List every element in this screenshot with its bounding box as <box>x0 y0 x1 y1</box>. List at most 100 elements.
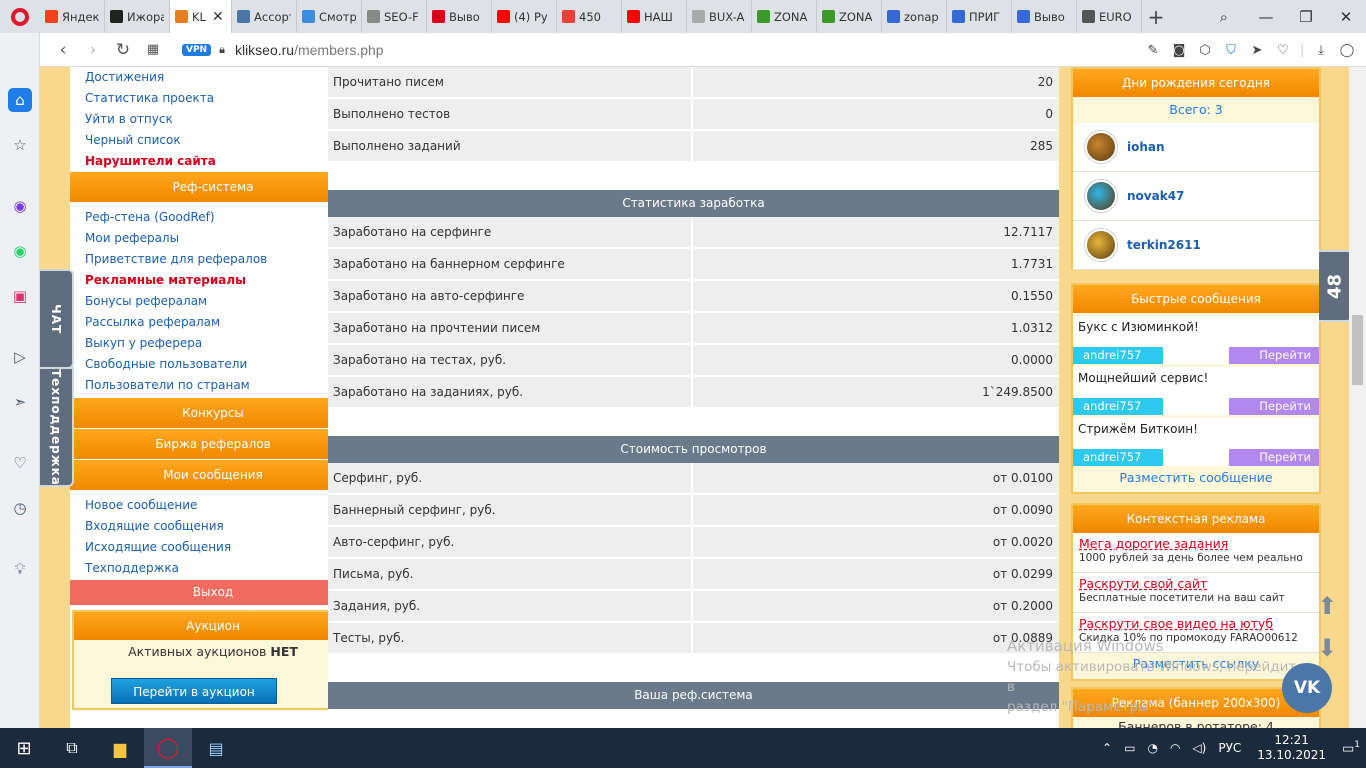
ref-menu-link-0[interactable]: Бонусы рефералам <box>70 291 356 312</box>
wifi-icon[interactable]: ◠ <box>1170 741 1180 755</box>
quick-message-text[interactable]: Стрижём Биткоин! <box>1073 418 1319 440</box>
menu-ad-materials[interactable]: Рекламные материалы <box>70 270 356 291</box>
ref-menu-link-3[interactable]: Свободные пользователи <box>70 354 356 375</box>
menu-link-1[interactable]: Статистика проекта <box>70 88 356 109</box>
context-ad-title[interactable]: Раскрути свое видео на ютуб <box>1079 616 1313 631</box>
browser-tab[interactable]: (4) Ру <box>492 0 557 33</box>
browser-tab[interactable]: ZONA <box>817 0 882 33</box>
file-explorer-icon[interactable]: ▆ <box>96 728 144 768</box>
browser-tab[interactable]: ПРИГ <box>947 0 1012 33</box>
new-tab-button[interactable]: + <box>1142 5 1170 29</box>
context-ad-title[interactable]: Раскрути свой сайт <box>1079 576 1313 591</box>
messages-menu-link-2[interactable]: Исходящие сообщения <box>70 537 356 558</box>
close-window-icon[interactable]: ✕ <box>1326 8 1366 26</box>
lock-icon[interactable]: 🔒︎ <box>219 43 225 57</box>
exit-button[interactable]: Выход <box>70 580 356 605</box>
home-icon[interactable]: ⌂ <box>8 88 32 112</box>
whatsapp-icon[interactable]: ◉ <box>8 239 32 263</box>
browser-tab[interactable]: Яндекс <box>40 0 105 33</box>
ref-menu-link-1[interactable]: Рассылка рефералам <box>70 312 356 333</box>
cube-icon[interactable]: ⬡ <box>1196 43 1214 58</box>
heart-icon[interactable]: ♡ <box>1274 43 1292 58</box>
instagram-icon[interactable]: ▣ <box>8 284 32 308</box>
scroll-up-icon[interactable]: ⬆ <box>1312 592 1342 620</box>
edit-icon[interactable]: ✎ <box>1144 43 1162 58</box>
ref-menu-link-0[interactable]: Реф-стена (GoodRef) <box>70 207 356 228</box>
favorites-icon[interactable]: ♡ <box>8 451 32 475</box>
camera-icon[interactable]: ◙ <box>1170 43 1188 58</box>
quick-message-go-button[interactable]: Перейти <box>1229 449 1319 466</box>
ref-menu-link-2[interactable]: Выкуп у реферера <box>70 333 356 354</box>
menu-link-3[interactable]: Черный список <box>70 130 356 151</box>
minimize-icon[interactable]: — <box>1246 8 1286 26</box>
ref-menu-link-2[interactable]: Приветствие для рефералов <box>70 249 356 270</box>
notifications-icon[interactable]: ▭1 <box>1336 740 1366 756</box>
menu-link-0[interactable]: Достижения <box>70 67 356 88</box>
support-tab[interactable]: Техподдержка <box>40 367 74 487</box>
browser-tab[interactable]: BUX-A <box>687 0 752 33</box>
url-field[interactable]: klikseo.ru/members.php <box>235 42 384 58</box>
history-icon[interactable]: ◷ <box>8 496 32 520</box>
menu-link-2[interactable]: Уйти в отпуск <box>70 109 356 130</box>
birthday-user[interactable]: novak47 <box>1073 172 1319 221</box>
quick-message-go-button[interactable]: Перейти <box>1229 398 1319 415</box>
birthday-username[interactable]: iohan <box>1127 140 1165 154</box>
remote-desktop-icon[interactable]: ▤ <box>192 728 240 768</box>
tray-expand-icon[interactable]: ⌃ <box>1102 741 1112 755</box>
browser-tab[interactable]: SEO-F <box>362 0 427 33</box>
page-scrollbar[interactable] <box>1349 67 1366 728</box>
browser-tab[interactable]: zonap <box>882 0 947 33</box>
quick-message-text[interactable]: Мощнейший сервис! <box>1073 367 1319 389</box>
language-indicator[interactable]: РУС <box>1218 741 1241 755</box>
quick-message-user[interactable]: andrei757 <box>1073 449 1163 466</box>
download-icon[interactable]: ⤓ <box>1312 43 1330 58</box>
shield-icon[interactable]: ⛉ <box>1222 43 1240 58</box>
send-icon[interactable]: ➤ <box>1248 43 1266 58</box>
tray-app-icon[interactable]: ▭ <box>1124 741 1135 755</box>
messages-menu-link-0[interactable]: Новое сообщение <box>70 495 356 516</box>
birthday-username[interactable]: novak47 <box>1127 189 1184 203</box>
quick-message-go-button[interactable]: Перейти <box>1229 347 1319 364</box>
my-messages-header[interactable]: Мои сообщения <box>70 460 356 491</box>
clock[interactable]: 12:21 13.10.2021 <box>1257 733 1326 763</box>
contests-header[interactable]: Конкурсы <box>70 398 356 429</box>
quick-message-user[interactable]: andrei757 <box>1073 398 1163 415</box>
messenger-icon[interactable]: ◉ <box>8 194 32 218</box>
task-view-icon[interactable]: ⧉ <box>48 728 96 768</box>
browser-tab[interactable]: KL ✕ <box>170 0 232 33</box>
browser-tab[interactable]: EURO <box>1077 0 1142 33</box>
messages-menu-link-1[interactable]: Входящие сообщения <box>70 516 356 537</box>
scrollbar-thumb[interactable] <box>1352 315 1363 385</box>
browser-tab[interactable]: Выво <box>1012 0 1077 33</box>
messages-menu-link-3[interactable]: Техподдержка <box>70 558 356 579</box>
chat-tab[interactable]: ЧАТ <box>40 269 74 369</box>
birthday-user[interactable]: iohan <box>1073 123 1319 172</box>
vpn-badge[interactable]: VPN <box>182 43 212 56</box>
send-icon[interactable]: ➣ <box>8 390 32 414</box>
tray-app-icon[interactable]: ◔ <box>1147 741 1157 755</box>
opera-menu-button[interactable] <box>0 0 40 33</box>
browser-tab[interactable]: 450 <box>557 0 622 33</box>
birthday-username[interactable]: terkin2611 <box>1127 238 1201 252</box>
player-icon[interactable]: ▷ <box>8 345 32 369</box>
tab-search-icon[interactable]: ⌕ <box>1220 8 1228 26</box>
browser-tab[interactable]: Ижора <box>105 0 170 33</box>
birthday-user[interactable]: terkin2611 <box>1073 221 1319 270</box>
browser-tab[interactable]: Выво <box>427 0 492 33</box>
scroll-down-icon[interactable]: ⬇ <box>1312 634 1342 662</box>
online-counter-tab[interactable]: 48 <box>1319 250 1353 322</box>
ref-system-header[interactable]: Реф-система <box>70 172 356 203</box>
browser-tab[interactable]: ZONA <box>752 0 817 33</box>
browser-tab[interactable]: НАШ <box>622 0 687 33</box>
start-button[interactable]: ⊞ <box>0 728 48 768</box>
opera-taskbar-icon[interactable]: ◯ <box>144 728 192 768</box>
back-icon[interactable]: ‹ <box>48 40 78 60</box>
menu-violators[interactable]: Нарушители сайта <box>70 151 356 172</box>
post-message-link[interactable]: Разместить сообщение <box>1073 466 1319 489</box>
ref-menu-link-1[interactable]: Мои рефералы <box>70 228 356 249</box>
ref-exchange-header[interactable]: Биржа рефералов <box>70 429 356 460</box>
volume-icon[interactable]: ◁) <box>1192 741 1206 755</box>
ref-menu-link-4[interactable]: Пользователи по странам <box>70 375 356 396</box>
bookmarks-icon[interactable]: ☆ <box>8 133 32 157</box>
go-to-auction-button[interactable]: Перейти в аукцион <box>111 678 277 704</box>
